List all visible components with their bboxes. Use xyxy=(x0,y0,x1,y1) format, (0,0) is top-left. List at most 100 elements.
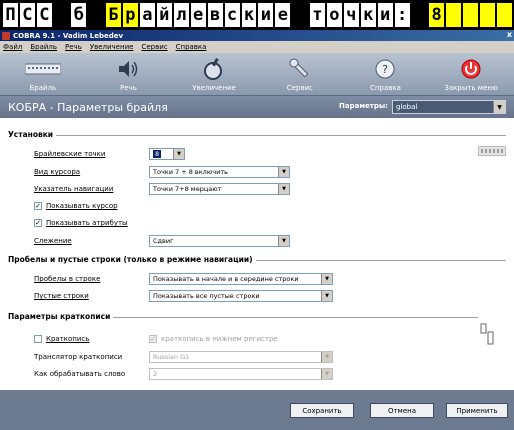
magnifier-icon xyxy=(202,56,226,82)
group-title-blanks: Пробелы и пустые строки (только в режиме… xyxy=(8,255,256,264)
show-attributes-label: Показывать атрибуты xyxy=(46,219,128,227)
save-button[interactable]: Сохранить xyxy=(290,403,354,418)
toolbar-label: Справка xyxy=(370,84,401,92)
menu-magnification[interactable]: Увеличение xyxy=(90,43,134,51)
group-title-shorthand: Параметры краткописи xyxy=(8,312,114,321)
braille-cell: к xyxy=(360,3,376,27)
braille-dots-select[interactable]: 8 ▼ xyxy=(149,148,185,160)
chevron-down-icon[interactable]: ▼ xyxy=(278,184,289,194)
menu-service[interactable]: Сервис xyxy=(141,43,167,51)
empty-lines-label: Пустые строки xyxy=(34,292,89,300)
scroll-handle-icon[interactable] xyxy=(480,323,494,347)
spaces-label: Пробелы в строке xyxy=(34,275,101,283)
empty-lines-select[interactable]: Показывать все пустые строки ▼ xyxy=(149,290,333,302)
chevron-down-icon[interactable]: ▼ xyxy=(278,167,289,177)
toolbar-help-button[interactable]: ? Справка xyxy=(350,56,420,92)
nav-pointer-label: Указатель навигации xyxy=(34,185,114,193)
braille-cell xyxy=(480,3,495,27)
braille-cell xyxy=(496,3,512,27)
toolbar-magnification-button[interactable]: Увеличение xyxy=(179,56,249,92)
braille-cell: е xyxy=(190,3,206,27)
braille-cell xyxy=(53,3,66,27)
braille-cell: й xyxy=(156,3,172,27)
cursor-type-value: Точки 7 + 8 включить xyxy=(153,168,228,176)
params-select[interactable]: global ▼ xyxy=(392,100,506,114)
braille-cell: и xyxy=(258,3,274,27)
chevron-down-icon[interactable]: ▼ xyxy=(321,274,332,284)
show-cursor-checkbox[interactable]: ✓ xyxy=(34,202,42,210)
chevron-down-icon[interactable]: ▼ xyxy=(173,149,184,159)
toolbar-close-menu-button[interactable]: Закрыть меню xyxy=(436,56,506,92)
braille-cell xyxy=(446,3,462,27)
nav-pointer-value: Точки 7+8 мерцают xyxy=(153,185,222,193)
wrench-icon xyxy=(288,56,312,82)
braille-cell: ч xyxy=(343,3,359,27)
braille-cell: л xyxy=(173,3,189,27)
word-handling-value: 2 xyxy=(153,370,158,378)
cursor-type-label: Вид курсора xyxy=(34,168,81,176)
show-cursor-label: Показывать курсор xyxy=(46,202,118,210)
braille-cell: П xyxy=(3,3,18,27)
braille-cell: е xyxy=(275,3,291,27)
params-select-value: global xyxy=(396,103,418,111)
page-title: КОБРА - Параметры брайля xyxy=(8,100,168,114)
shorthand-lowercase-checkbox[interactable]: ✓ xyxy=(149,335,157,343)
translator-select[interactable]: Russian G1 ▼ xyxy=(149,351,333,363)
help-icon: ? xyxy=(374,56,396,82)
braille-cell: б xyxy=(71,3,87,27)
cobra-app-icon xyxy=(2,31,10,40)
group-divider xyxy=(8,135,506,136)
shorthand-lowercase-label: краткопись в нижнем регистре xyxy=(161,335,278,343)
shorthand-label: Краткопись xyxy=(46,335,90,343)
toolbar-label: Речь xyxy=(120,84,137,92)
braille-dots-label: Брайлевские точки xyxy=(34,150,106,158)
braille-cell: о xyxy=(326,3,342,27)
shorthand-checkbox[interactable] xyxy=(34,335,42,343)
word-handling-label: Как обрабатывать слово xyxy=(34,370,126,378)
braille-cell: а xyxy=(139,3,155,27)
braille-cell: в xyxy=(207,3,223,27)
toolbar-service-button[interactable]: Сервис xyxy=(265,56,335,92)
braille-cell xyxy=(88,3,100,27)
menu-file[interactable]: Файл xyxy=(3,43,22,51)
cursor-type-select[interactable]: Точки 7 + 8 включить ▼ xyxy=(149,166,290,178)
toolbar-label: Увеличение xyxy=(192,84,236,92)
toolbar-braille-button[interactable]: Брайль xyxy=(8,56,78,92)
tracking-select[interactable]: Сдвиг ▼ xyxy=(149,235,290,247)
braille-display-icon xyxy=(24,56,61,82)
menu-braille[interactable]: Брайль xyxy=(30,43,57,51)
braille-cell: С xyxy=(19,3,35,27)
braille-cell: Б xyxy=(106,3,121,27)
nav-pointer-select[interactable]: Точки 7+8 мерцают ▼ xyxy=(149,183,290,195)
chevron-down-icon[interactable]: ▼ xyxy=(493,101,505,113)
chevron-down-icon[interactable]: ▼ xyxy=(321,291,332,301)
tracking-value: Сдвиг xyxy=(153,237,174,245)
braille-cell: и xyxy=(377,3,393,27)
chevron-down-icon[interactable]: ▼ xyxy=(278,236,289,246)
svg-text:?: ? xyxy=(383,63,389,76)
menu-help[interactable]: Справка xyxy=(176,43,207,51)
braille-cell: 8 xyxy=(429,3,445,27)
toolbar-label: Брайль xyxy=(29,84,57,92)
main-toolbar: Брайль Речь Увеличение Сервис ? Справка … xyxy=(0,53,514,96)
menu-speech[interactable]: Речь xyxy=(65,43,82,51)
cancel-button[interactable]: Отмена xyxy=(370,403,434,418)
tracking-label: Слежение xyxy=(34,237,72,245)
spaces-value: Показывать в начале и в середине строки xyxy=(153,275,299,283)
speaker-icon xyxy=(117,56,139,82)
word-handling-select[interactable]: 2 ▼ xyxy=(149,368,333,380)
spaces-select[interactable]: Показывать в начале и в середине строки … xyxy=(149,273,333,285)
show-attributes-checkbox[interactable]: ✓ xyxy=(34,219,42,227)
toolbar-label: Сервис xyxy=(286,84,313,92)
braille-cell xyxy=(292,3,304,27)
chevron-down-icon[interactable]: ▼ xyxy=(321,369,332,379)
braille-cell xyxy=(411,3,424,27)
apply-button[interactable]: Применить xyxy=(446,403,508,418)
toolbar-label: Закрыть меню xyxy=(444,84,498,92)
toolbar-speech-button[interactable]: Речь xyxy=(93,56,163,92)
window-titlebar: COBRA 9.1 - Vadim Lebedev x xyxy=(0,30,514,41)
translator-label: Транслятор краткописи xyxy=(34,353,123,361)
chevron-down-icon[interactable]: ▼ xyxy=(321,352,332,362)
close-window-button[interactable]: x xyxy=(507,30,512,39)
braille-cell: : xyxy=(394,3,410,27)
